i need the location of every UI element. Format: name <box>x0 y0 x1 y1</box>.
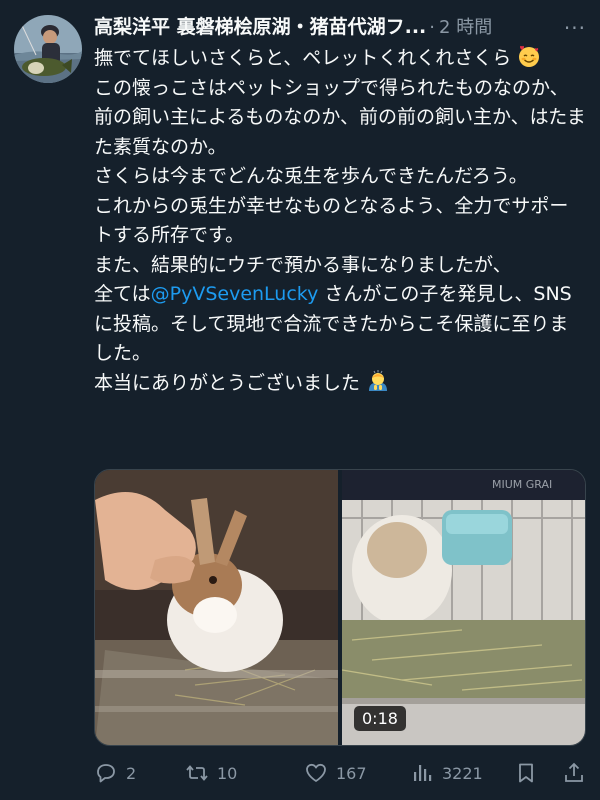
retweet-icon <box>186 765 208 781</box>
tweet-paragraph: また、結果的にウチで預かる事になりましたが、 <box>94 253 512 276</box>
bookmark-icon <box>519 763 533 783</box>
rabbit-photo-image <box>95 470 338 745</box>
reply-icon <box>97 764 115 783</box>
rabbit-video-thumbnail: MIUM GRAI <box>342 470 585 745</box>
separator-dot: · <box>429 17 436 38</box>
person-bowing-icon <box>369 369 388 391</box>
tweet-line: 撫でてほしいさくらと、ペレットくれくれさくら <box>94 47 512 69</box>
tweet-paragraph: これからの兎生が幸せなものとなるよう、全力でサポートする所存です。 <box>94 194 569 247</box>
tweet-header: 高梨洋平 裏磐梯桧原湖・猪苗代湖フ... · 2 時間 <box>94 12 586 42</box>
display-name[interactable]: 高梨洋平 裏磐梯桧原湖・猪苗代湖フ... <box>94 12 426 39</box>
media-gallery: MIUM GRAI 0:18 <box>94 469 586 746</box>
like-button[interactable]: 167 <box>304 761 367 785</box>
avatar[interactable] <box>14 15 82 83</box>
tweet-paragraph: さくらは今までどんな兎生を歩んできたんだろう。 <box>94 165 528 187</box>
share-icon <box>565 762 583 782</box>
heart-icon <box>306 763 326 782</box>
timestamp[interactable]: 2 時間 <box>439 13 492 39</box>
tweet-text-segment: 全ては <box>94 283 151 305</box>
retweet-count: 10 <box>217 763 238 783</box>
smiling-face-with-hearts-icon <box>519 45 540 67</box>
tweet[interactable]: 高梨洋平 裏磐梯桧原湖・猪苗代湖フ... · 2 時間 ··· 撫でてほしいさく… <box>0 0 600 800</box>
tweet-text: 撫でてほしいさくらと、ペレットくれくれさくら この懐っこさはペットショップで得ら… <box>94 44 586 398</box>
package-text-graphic: MIUM GRAI <box>492 478 552 491</box>
mention-link[interactable]: @PyVSevenLucky <box>151 283 319 305</box>
more-options-icon[interactable]: ··· <box>564 16 586 40</box>
tweet-paragraph: この懐っこさはペットショップで得られたものなのか、前の飼い主によるものなのか、前… <box>94 76 586 158</box>
view-count: 3221 <box>442 763 483 783</box>
video-duration: 0:18 <box>354 706 406 731</box>
reply-button[interactable]: 2 <box>94 761 136 785</box>
photo-rabbit-petted[interactable] <box>95 470 338 745</box>
video-rabbit-cage[interactable]: MIUM GRAI 0:18 <box>342 470 585 745</box>
bookmark-button[interactable] <box>514 761 538 785</box>
reply-count: 2 <box>126 763 137 783</box>
share-button[interactable] <box>562 761 586 785</box>
action-bar: 2 10 167 3221 <box>94 758 586 788</box>
views-bar-chart-icon <box>414 765 432 781</box>
retweet-button[interactable]: 10 <box>185 761 237 785</box>
tweet-line: 本当にありがとうございました <box>94 371 361 394</box>
views-button[interactable]: 3221 <box>410 761 483 785</box>
avatar-image <box>14 15 82 83</box>
like-count: 167 <box>336 763 367 783</box>
